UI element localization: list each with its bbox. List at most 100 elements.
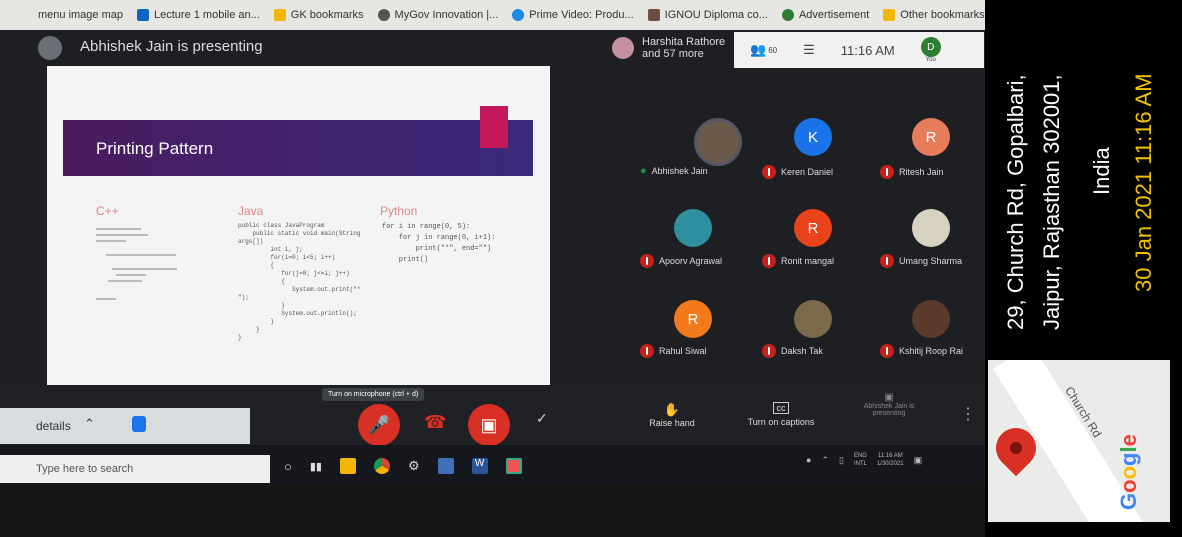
tray-clock[interactable]: 11:16 AM 1/30/2021: [877, 452, 904, 468]
task-view-icon[interactable]: ○: [284, 459, 292, 474]
snipping-tool-icon[interactable]: [505, 458, 522, 474]
bookmarks-bar: menu image map Lecture 1 mobile an... GK…: [0, 0, 985, 30]
shield-icon[interactable]: [132, 416, 146, 432]
university-icon: [647, 9, 660, 21]
participant-tile[interactable]: R: [674, 300, 712, 338]
present-icon: ▣: [884, 392, 894, 403]
mic-off-icon: [880, 254, 894, 268]
task-switch-icon[interactable]: ▮▮: [310, 460, 322, 473]
people-chip[interactable]: Harshita Rathore and 57 more: [612, 36, 725, 60]
bookmark-other[interactable]: Other bookmarks: [883, 9, 985, 21]
bookmark-advertisement[interactable]: Advertisement: [781, 9, 870, 21]
mic-off-icon: [880, 344, 894, 358]
more-options-icon[interactable]: ⋮: [960, 404, 976, 424]
slide-col-cpp-heading: C++: [96, 204, 119, 218]
bookmark-gk[interactable]: GK bookmarks: [273, 9, 364, 21]
participant-name: Kshitij Roop Rai: [899, 346, 964, 356]
photo-bottom-edge: [0, 485, 985, 537]
avatar: [674, 209, 712, 247]
raise-hand-button[interactable]: ✋ Raise hand: [642, 402, 702, 428]
captions-button[interactable]: cc Turn on captions: [740, 402, 822, 427]
presenting-label: Abhishek Jain is presenting: [863, 403, 915, 417]
notification-icon[interactable]: ▣: [914, 455, 923, 466]
participant-tile[interactable]: R: [912, 118, 950, 156]
address-line2: Jaipur, Rajasthan 302001,: [1039, 74, 1064, 330]
chat-icon[interactable]: ☰: [803, 42, 815, 58]
avatar: [612, 37, 634, 59]
bookmark-label: IGNOU Diploma co...: [664, 9, 768, 21]
participant-name: Keren Daniel: [781, 167, 834, 177]
participant-name: Abhishek Jain: [651, 166, 708, 176]
app-icon[interactable]: [437, 458, 454, 474]
chevron-up-icon[interactable]: ⌃: [821, 455, 829, 466]
slide-java-code: public class JavaProgram public static v…: [238, 222, 361, 341]
mic-off-button[interactable]: 🎤: [358, 404, 400, 446]
language-indicator[interactable]: ENG INTL: [854, 452, 867, 468]
participant-name: Ritesh Jain: [899, 167, 944, 177]
hang-up-icon[interactable]: ☎: [424, 412, 446, 433]
address-line1: 29, Church Rd, Gopalbari,: [1003, 74, 1028, 330]
bookmark-label: Advertisement: [798, 9, 870, 21]
file-explorer-icon[interactable]: [339, 458, 356, 474]
bookmark-label: Prime Video: Produ...: [529, 9, 634, 21]
avatar: R: [794, 209, 832, 247]
participant-tile[interactable]: R: [794, 209, 832, 247]
tray-time: 11:16 AM: [877, 453, 903, 459]
slide-title: Printing Pattern: [96, 139, 214, 158]
people-line1: Harshita Rathore: [642, 36, 726, 48]
presenter-title: Abhishek Jain is presenting: [80, 38, 263, 55]
avatar: [694, 118, 742, 166]
camera-off-button[interactable]: ▣: [468, 404, 510, 446]
system-tray: ● ⌃ ▯ ENG INTL 11:16 AM 1/30/2021 ▣: [806, 452, 922, 468]
participant-name: Daksh Tak: [781, 346, 823, 356]
slide-cpp-code: [96, 224, 177, 314]
speaking-icon: ●: [640, 165, 647, 177]
bookmark-label: Lecture 1 mobile an...: [154, 9, 260, 21]
chrome-icon[interactable]: [373, 458, 390, 474]
chevron-up-icon[interactable]: ⌃: [84, 416, 95, 432]
participant-tile[interactable]: K: [794, 118, 832, 156]
participant-tile[interactable]: [794, 300, 832, 338]
mic-off-icon: [762, 254, 776, 268]
participant-tile[interactable]: [674, 209, 712, 247]
presenter-avatar: [38, 36, 62, 60]
checkmark-icon[interactable]: ✓: [536, 410, 548, 427]
bookmark-mygov[interactable]: MyGov Innovation |...: [377, 9, 498, 21]
participant-tile[interactable]: [912, 209, 950, 247]
bookmark-prime-video[interactable]: Prime Video: Produ...: [512, 9, 634, 21]
network-icon[interactable]: ▯: [839, 455, 844, 466]
mic-off-icon: [640, 344, 654, 358]
people-line2: and 57 more: [642, 48, 704, 60]
user-chip[interactable]: D You: [920, 37, 941, 63]
people-button[interactable]: 👥 60: [750, 42, 777, 58]
tray-date: 1/30/2021: [876, 461, 904, 467]
participant-label: ● Abhishek Jain: [640, 165, 708, 177]
bookmark-menu-image-map[interactable]: menu image map: [38, 9, 123, 21]
people-tray-icon[interactable]: ●: [806, 455, 811, 465]
bookmark-ignou[interactable]: IGNOU Diploma co...: [647, 9, 768, 21]
settings-gear-icon[interactable]: ⚙: [408, 458, 420, 474]
bookmark-label: Other bookmarks: [900, 9, 985, 21]
avatar: D: [920, 37, 941, 57]
bookmark-lecture[interactable]: Lecture 1 mobile an...: [137, 9, 260, 21]
address-line3: India: [1089, 147, 1114, 195]
avatar: [794, 300, 832, 338]
slide-accent: [480, 106, 508, 148]
mic-off-icon: 🎤: [367, 414, 391, 435]
presenting-button[interactable]: ▣ Abhishek Jain is presenting: [858, 392, 920, 417]
captions-icon: cc: [773, 402, 789, 414]
taskbar-search-input[interactable]: Type here to search: [0, 455, 270, 483]
avatar: R: [912, 118, 950, 156]
participant-name: Umang Sharma: [899, 256, 963, 266]
avatar: [912, 209, 950, 247]
word-icon[interactable]: W: [471, 458, 488, 474]
mic-tooltip: Turn on microphone (ctrl + d): [322, 388, 425, 401]
participant-tile[interactable]: [912, 300, 950, 338]
meeting-details-bar[interactable]: details ⌃: [0, 408, 250, 444]
participant-tile[interactable]: [694, 118, 742, 166]
participant-label: Rahul Siwal: [640, 344, 707, 358]
raise-hand-label: Raise hand: [649, 418, 695, 428]
participant-label: Ritesh Jain: [880, 165, 944, 179]
lang2-label: INTL: [853, 461, 867, 467]
captions-label: Turn on captions: [747, 417, 815, 427]
